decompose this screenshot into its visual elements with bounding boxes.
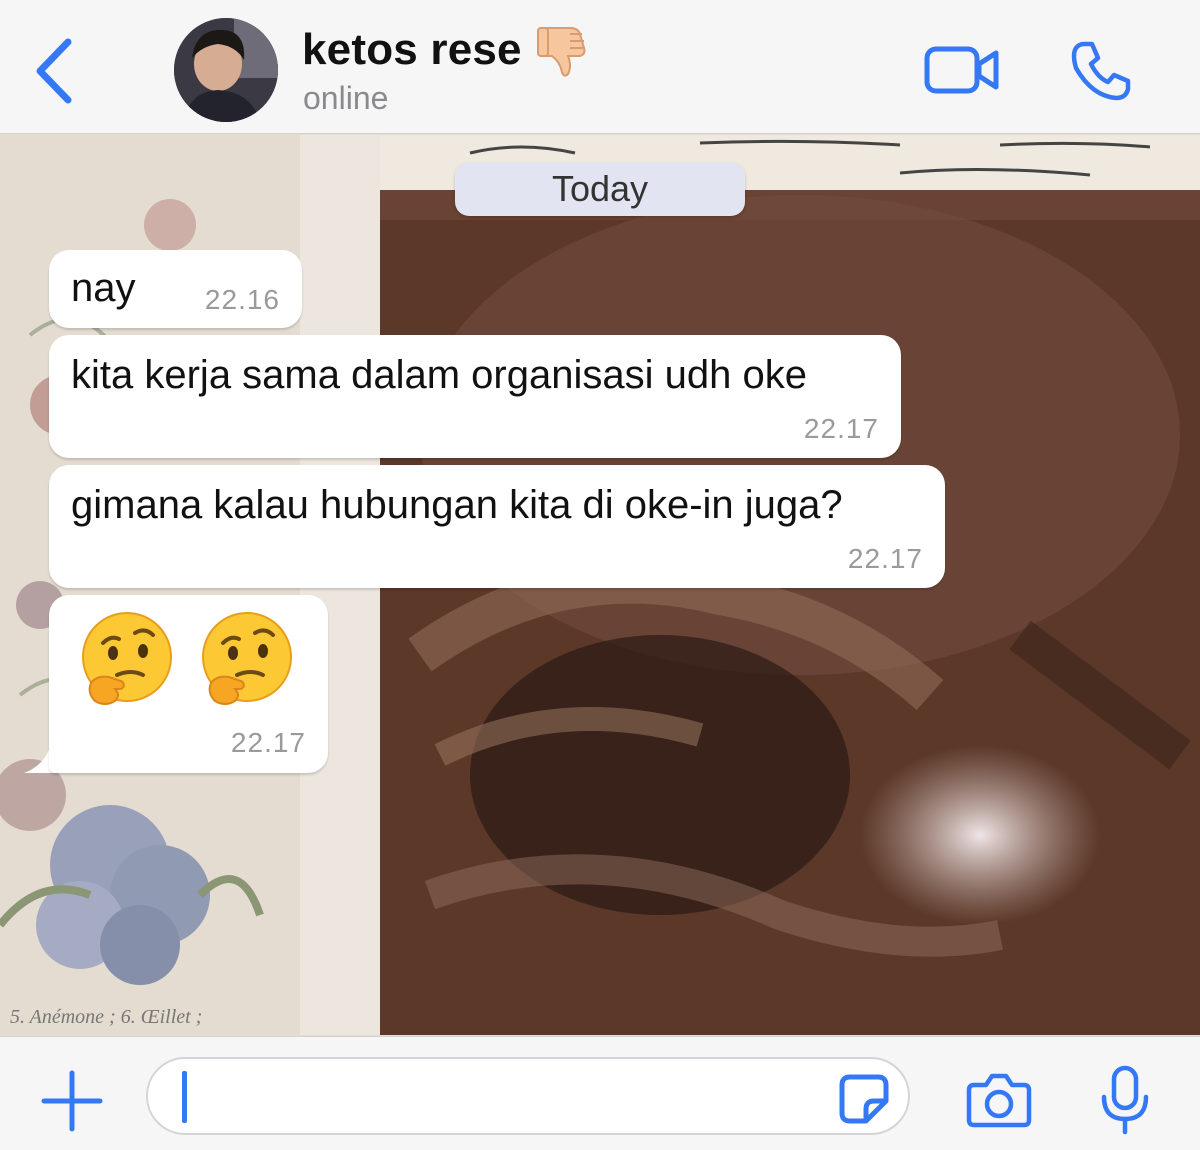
thinking-face-emoji-icon: [202, 612, 292, 705]
sticker-icon: [839, 1074, 889, 1124]
message-time: 22.17: [230, 727, 306, 758]
camera-icon: [966, 1073, 1032, 1128]
voice-call-button[interactable]: [1068, 38, 1134, 104]
message-input[interactable]: [146, 1057, 910, 1135]
contact-status: online: [303, 80, 389, 116]
message-bubble[interactable]: gimana kalau hubungan kita di oke-in jug…: [49, 465, 945, 588]
thinking-face-emoji-icon: [82, 612, 172, 705]
chat-header: ketos rese online: [0, 0, 1200, 134]
message-text: kita kerja sama dalam organisasi udh oke: [71, 353, 807, 397]
thumbs-down-emoji-icon: [536, 27, 586, 77]
avatar[interactable]: [174, 18, 278, 122]
sticker-button[interactable]: [836, 1071, 892, 1127]
date-divider: Today: [455, 162, 745, 216]
add-attachment-button[interactable]: [40, 1069, 104, 1133]
message-bubble[interactable]: kita kerja sama dalam organisasi udh oke…: [49, 335, 901, 458]
message-time: 22.16: [204, 284, 280, 315]
svg-text:5. Anémone ; 6. Œillet ;: 5. Anémone ; 6. Œillet ;: [10, 1006, 202, 1028]
video-camera-icon: [924, 46, 999, 94]
message-bubble[interactable]: nay 22.16: [49, 250, 302, 328]
back-button[interactable]: [30, 36, 82, 106]
input-bar: [0, 1036, 1200, 1150]
message-bubble[interactable]: 22.17: [49, 595, 328, 773]
camera-button[interactable]: [966, 1071, 1032, 1129]
contact-name-row[interactable]: ketos rese: [302, 24, 596, 77]
contact-name: ketos rese: [302, 25, 522, 74]
chevron-left-icon: [36, 38, 72, 104]
chat-area[interactable]: 5. Anémone ; 6. Œillet ; Today nay 22.16…: [0, 135, 1200, 1035]
message-time: 22.17: [803, 413, 879, 444]
message-text: nay: [71, 266, 136, 310]
plus-icon: [41, 1070, 103, 1132]
video-call-button[interactable]: [922, 40, 1002, 100]
microphone-icon: [1101, 1065, 1149, 1135]
message-time: 22.17: [847, 543, 923, 574]
phone-icon: [1071, 41, 1131, 101]
voice-message-button[interactable]: [1098, 1065, 1152, 1135]
text-caret: [182, 1071, 187, 1123]
message-text: gimana kalau hubungan kita di oke-in jug…: [71, 483, 843, 527]
